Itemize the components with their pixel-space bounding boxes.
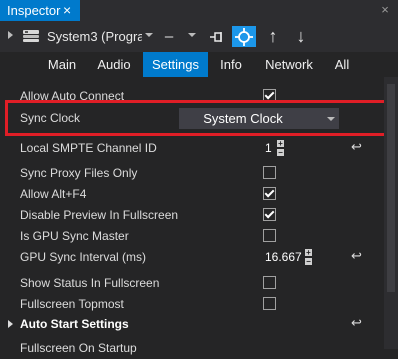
- property-label: Allow Alt+F4: [20, 187, 87, 201]
- panel-tab-inspector[interactable]: Inspector ×: [0, 0, 80, 21]
- tab-info[interactable]: Info: [214, 52, 248, 77]
- tab-audio[interactable]: Audio: [94, 52, 134, 77]
- sync-proxy-checkbox[interactable]: [263, 166, 276, 179]
- disable-preview-checkbox[interactable]: [263, 208, 276, 221]
- property-label: Show Status In Fullscreen: [20, 276, 160, 290]
- pin-button[interactable]: [206, 26, 228, 47]
- group-auto-start-settings[interactable]: Auto Start Settings ↩: [0, 314, 384, 335]
- property-label: Fullscreen Topmost: [20, 297, 124, 311]
- group-label: Auto Start Settings: [20, 317, 129, 331]
- gpu-sync-master-checkbox[interactable]: [263, 229, 276, 242]
- reset-icon[interactable]: ↩: [351, 315, 365, 331]
- expand-arrow-icon[interactable]: [8, 31, 13, 39]
- property-row-gpu-sync-master: Is GPU Sync Master: [0, 226, 384, 247]
- decrement-icon[interactable]: −: [305, 258, 312, 266]
- reset-icon[interactable]: ↩: [351, 139, 365, 155]
- property-label: Local SMPTE Channel ID: [20, 141, 157, 155]
- panel-title: Inspector: [7, 3, 61, 18]
- tab-settings[interactable]: Settings: [143, 52, 208, 77]
- object-toolbar: System3 (Progra – ↑ ↓: [0, 21, 398, 52]
- pin-icon: [210, 32, 222, 42]
- property-row-gpu-sync-interval: GPU Sync Interval (ms) 16.667 + − ↩: [0, 247, 384, 268]
- property-row-disable-preview: Disable Preview In Fullscreen: [0, 205, 384, 226]
- property-row-local-smpte: Local SMPTE Channel ID 1 + − ↩: [0, 138, 384, 159]
- property-row-allow-alt-f4: Allow Alt+F4: [0, 184, 384, 205]
- increment-icon[interactable]: +: [305, 249, 312, 257]
- panel-titlebar: Inspector × ×: [0, 0, 398, 21]
- gpu-sync-interval-value[interactable]: 16.667: [265, 250, 302, 265]
- close-icon[interactable]: ×: [63, 0, 71, 21]
- expand-arrow-icon[interactable]: [8, 320, 13, 328]
- property-label: GPU Sync Interval (ms): [20, 250, 147, 264]
- gpu-sync-interval-stepper[interactable]: + −: [305, 249, 312, 266]
- increment-icon[interactable]: +: [277, 140, 284, 148]
- window-close-icon[interactable]: ×: [378, 2, 392, 18]
- reset-icon[interactable]: ↩: [351, 248, 365, 264]
- tab-all[interactable]: All: [328, 52, 356, 77]
- property-label: Is GPU Sync Master: [20, 229, 129, 243]
- crosshair-icon: [235, 28, 253, 46]
- scrollbar-thumb[interactable]: [387, 84, 395, 292]
- locate-button[interactable]: [232, 26, 256, 47]
- system-icon: [23, 30, 39, 42]
- tab-network[interactable]: Network: [260, 52, 318, 77]
- property-label: Sync Proxy Files Only: [20, 166, 138, 180]
- local-smpte-stepper[interactable]: + −: [277, 140, 284, 157]
- move-up-button[interactable]: ↑: [264, 26, 282, 47]
- property-row-fullscreen-topmost: Fullscreen Topmost: [0, 294, 384, 315]
- chevron-down-icon[interactable]: [145, 33, 153, 37]
- move-down-button[interactable]: ↓: [292, 26, 310, 47]
- category-tabs: Main Audio Settings Info Network All: [0, 52, 398, 77]
- highlight-frame: [5, 100, 389, 136]
- allow-alt-f4-checkbox[interactable]: [263, 187, 276, 200]
- property-row-show-status: Show Status In Fullscreen: [0, 273, 384, 294]
- object-selector[interactable]: System3 (Progra: [47, 28, 142, 46]
- show-status-checkbox[interactable]: [263, 276, 276, 289]
- fullscreen-topmost-checkbox[interactable]: [263, 297, 276, 310]
- decrement-icon[interactable]: −: [277, 149, 284, 157]
- property-row-sync-proxy: Sync Proxy Files Only: [0, 163, 384, 184]
- local-smpte-value[interactable]: 1: [265, 141, 272, 156]
- minus-button[interactable]: –: [161, 26, 177, 47]
- property-label: Disable Preview In Fullscreen: [20, 208, 179, 222]
- tab-main[interactable]: Main: [43, 52, 81, 77]
- chevron-down-icon[interactable]: [188, 33, 196, 37]
